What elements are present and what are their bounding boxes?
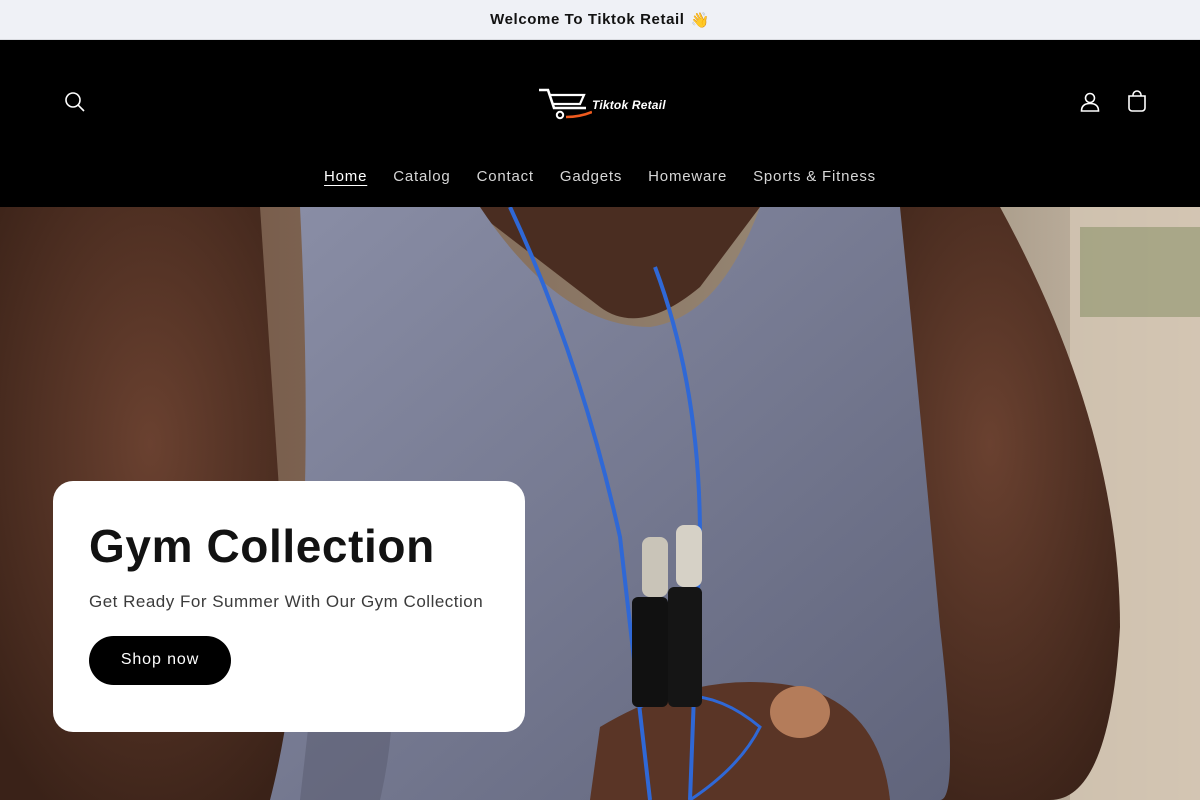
nav-item-catalog[interactable]: Catalog [380,162,463,191]
hero-title: Gym Collection [89,520,435,572]
announcement-bar: Welcome To Tiktok Retail 👋 [0,0,1200,40]
search-button[interactable] [53,80,97,124]
hero-subtitle: Get Ready For Summer With Our Gym Collec… [89,591,484,611]
shop-now-button[interactable]: Shop now [89,635,231,685]
site-header: Tiktok Retail Home Catalog Contact Gadge… [0,40,1200,207]
account-icon [1080,92,1100,112]
hero-card: Gym Collection Get Ready For Summer With… [53,481,525,732]
cart-icon [1128,90,1146,112]
announcement-text: Welcome To Tiktok Retail [490,11,685,28]
search-icon [65,92,85,112]
site-logo[interactable]: Tiktok Retail [536,84,666,124]
nav-item-gadgets[interactable]: Gadgets [547,162,635,191]
nav-item-homeware[interactable]: Homeware [635,162,740,191]
nav-item-home[interactable]: Home [311,162,380,191]
cart-button[interactable] [1115,80,1159,124]
account-button[interactable] [1068,80,1112,124]
logo-text: Tiktok Retail [592,98,666,112]
shopping-cart-logo-icon [539,88,592,120]
hero-banner: Gym Collection Get Ready For Summer With… [0,207,1200,800]
wave-emoji-icon: 👋 [690,11,710,29]
nav-item-sports-fitness[interactable]: Sports & Fitness [740,162,889,191]
main-nav: Home Catalog Contact Gadgets Homeware Sp… [0,160,1200,192]
nav-item-contact[interactable]: Contact [464,162,547,191]
